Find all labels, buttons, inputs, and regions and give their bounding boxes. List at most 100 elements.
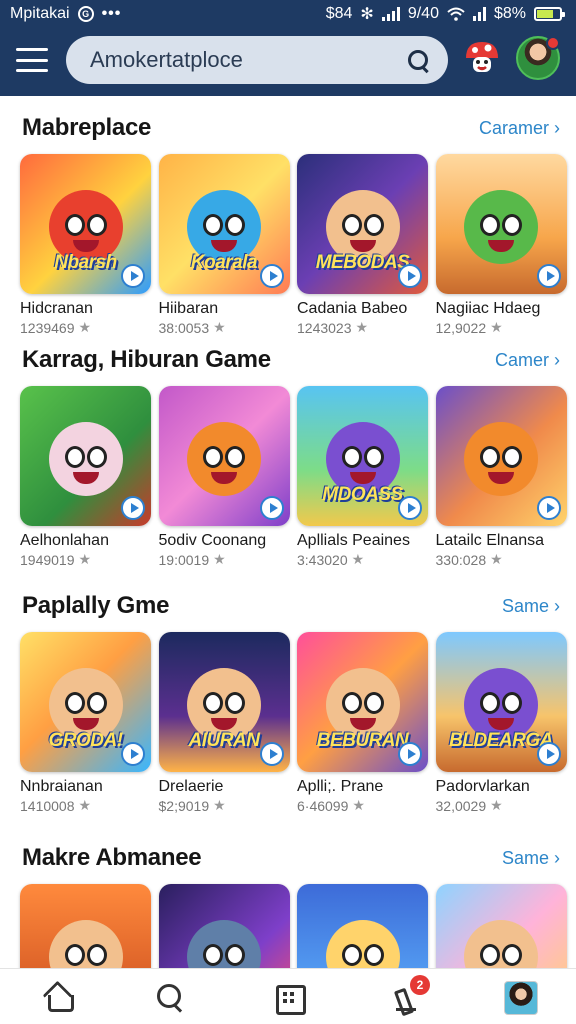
game-card[interactable]: Koarala Hiibaran 38:0053 ★ bbox=[158, 154, 290, 336]
game-thumbnail[interactable]: BEBURAN bbox=[297, 632, 428, 772]
game-thumbnail[interactable]: Koarala bbox=[158, 154, 290, 294]
play-icon[interactable] bbox=[536, 264, 561, 288]
game-meta: $2;9019 ★ bbox=[159, 797, 290, 814]
game-thumbnail[interactable] bbox=[435, 884, 567, 968]
star-icon: ★ bbox=[213, 797, 226, 813]
game-card[interactable]: MDOASS Apllials Peaines 3:43020 ★ bbox=[297, 386, 428, 568]
game-thumbnail[interactable]: BLDEARGA bbox=[435, 632, 567, 772]
game-title: Nagiiac Hdaeg bbox=[435, 300, 541, 317]
download-count: 6·46099 bbox=[297, 797, 349, 814]
search-icon[interactable] bbox=[406, 48, 430, 72]
grid-icon[interactable] bbox=[272, 981, 306, 1015]
game-card[interactable]: Nbarsh Hidcranan 1239469 ★ bbox=[20, 154, 151, 336]
game-card[interactable] bbox=[435, 884, 567, 968]
game-thumbnail[interactable] bbox=[158, 884, 290, 968]
game-card[interactable]: GRODA! Nnbraianan 1410008 ★ bbox=[20, 632, 151, 814]
play-icon[interactable] bbox=[398, 264, 422, 288]
game-thumbnail[interactable]: MDOASS bbox=[297, 386, 428, 526]
game-card[interactable]: 5odiv Coonang 19:0019 ★ bbox=[158, 386, 290, 568]
section-more-link[interactable]: Same › bbox=[502, 848, 560, 869]
section-more-link[interactable]: Caramer › bbox=[479, 118, 560, 139]
game-title: Nnbraianan bbox=[20, 778, 103, 795]
profile-avatar[interactable] bbox=[504, 981, 538, 1015]
game-title: Aelhonlahan bbox=[20, 532, 109, 549]
character-illustration bbox=[48, 421, 123, 496]
search-input[interactable] bbox=[90, 47, 406, 73]
play-icon[interactable] bbox=[259, 264, 284, 288]
main-content: Mabreplace Caramer › Nbarsh Hidcranan 1239… bbox=[0, 96, 576, 968]
download-count: 1949019 bbox=[20, 551, 75, 568]
signal-icon bbox=[381, 7, 400, 21]
game-meta: 6·46099 ★ bbox=[297, 797, 428, 814]
game-card[interactable]: BENNGE bbox=[20, 884, 151, 968]
search-bar[interactable] bbox=[66, 36, 448, 84]
game-card[interactable]: Latailc Elnansa 330:028 ★ bbox=[435, 386, 567, 568]
download-count: 1410008 bbox=[20, 797, 75, 814]
play-icon[interactable] bbox=[536, 742, 561, 766]
game-meta: 1410008 ★ bbox=[20, 797, 151, 814]
download-count: 1239469 bbox=[20, 319, 75, 336]
game-title: Latailc Elnansa bbox=[435, 532, 545, 549]
star-icon: ★ bbox=[490, 319, 503, 335]
section-title: Paplally Gme bbox=[22, 592, 170, 619]
game-thumbnail[interactable]: Nbarsh bbox=[20, 154, 151, 294]
clock-label: 9/40 bbox=[407, 5, 439, 22]
downloads-badge: 2 bbox=[410, 975, 430, 995]
game-card[interactable]: MEBODAS Cadania Babeo 1243023 ★ bbox=[297, 154, 428, 336]
play-icon[interactable] bbox=[259, 742, 284, 766]
user-avatar[interactable] bbox=[516, 36, 560, 80]
play-icon[interactable] bbox=[398, 742, 422, 766]
signal-icon-2 bbox=[472, 7, 486, 21]
menu-icon[interactable] bbox=[16, 48, 48, 72]
game-thumbnail[interactable]: AIURAN bbox=[158, 632, 290, 772]
carrier-label: Mpitakai bbox=[10, 5, 70, 22]
star-icon: ★ bbox=[352, 797, 365, 813]
game-card[interactable]: BEBURAN Aplli;. Prane 6·46099 ★ bbox=[297, 632, 428, 814]
game-title: 5odiv Coonang bbox=[158, 532, 267, 549]
home-icon[interactable] bbox=[42, 981, 76, 1015]
more-dots-icon: ••• bbox=[101, 5, 122, 22]
game-thumbnail[interactable] bbox=[158, 386, 290, 526]
game-card[interactable]: Yoradiby bbox=[297, 884, 428, 968]
downloads-icon[interactable]: 2 bbox=[392, 975, 430, 1015]
download-count: 32,0029 bbox=[435, 797, 487, 814]
section-more-link[interactable]: Camer › bbox=[495, 350, 560, 371]
section-more-link[interactable]: Same › bbox=[502, 596, 560, 617]
mushroom-mascot-icon[interactable] bbox=[462, 38, 502, 78]
star-icon: ★ bbox=[490, 797, 503, 813]
game-meta: 32,0029 ★ bbox=[436, 797, 567, 814]
game-card[interactable]: BLDEARGA Padorvlarkan 32,0029 ★ bbox=[435, 632, 567, 814]
star-icon: ★ bbox=[213, 319, 226, 335]
game-thumbnail[interactable] bbox=[435, 386, 567, 526]
play-icon[interactable] bbox=[121, 742, 145, 766]
game-thumbnail[interactable]: GRODA! bbox=[20, 632, 151, 772]
play-icon[interactable] bbox=[536, 496, 561, 520]
game-meta: 3:43020 ★ bbox=[297, 551, 428, 568]
bottom-navigation: 2 bbox=[0, 968, 576, 1024]
game-title: Hidcranan bbox=[20, 300, 93, 317]
game-card[interactable]: Nagiiac Hdaeg 12,9022 ★ bbox=[435, 154, 567, 336]
section-title: Makre Abmanee bbox=[22, 844, 202, 871]
search-icon[interactable] bbox=[154, 981, 188, 1015]
star-icon: ★ bbox=[78, 551, 92, 567]
section-title: Karrag, Hiburan Game bbox=[22, 346, 271, 373]
game-card[interactable] bbox=[158, 884, 290, 968]
play-icon[interactable] bbox=[121, 496, 145, 520]
play-icon[interactable] bbox=[121, 264, 145, 288]
game-card[interactable]: Aelhonlahan 1949019 ★ bbox=[20, 386, 151, 568]
game-thumbnail[interactable]: BENNGE bbox=[20, 884, 151, 968]
download-count: 1243023 bbox=[297, 319, 352, 336]
play-icon[interactable] bbox=[259, 496, 284, 520]
game-thumbnail[interactable] bbox=[435, 154, 567, 294]
game-thumbnail[interactable]: MEBODAS bbox=[297, 154, 428, 294]
game-thumbnail[interactable] bbox=[20, 386, 151, 526]
game-meta: 330:028 ★ bbox=[436, 551, 567, 568]
play-icon[interactable] bbox=[398, 496, 422, 520]
game-thumbnail[interactable]: Yoradiby bbox=[297, 884, 428, 968]
data-usage-label: $84 bbox=[325, 5, 353, 22]
star-icon: ★ bbox=[78, 797, 92, 813]
star-icon: ★ bbox=[213, 551, 226, 567]
g-icon: G bbox=[77, 6, 94, 22]
game-card[interactable]: AIURAN Drelaerie $2;9019 ★ bbox=[158, 632, 290, 814]
download-count: 19:0019 bbox=[158, 551, 210, 568]
